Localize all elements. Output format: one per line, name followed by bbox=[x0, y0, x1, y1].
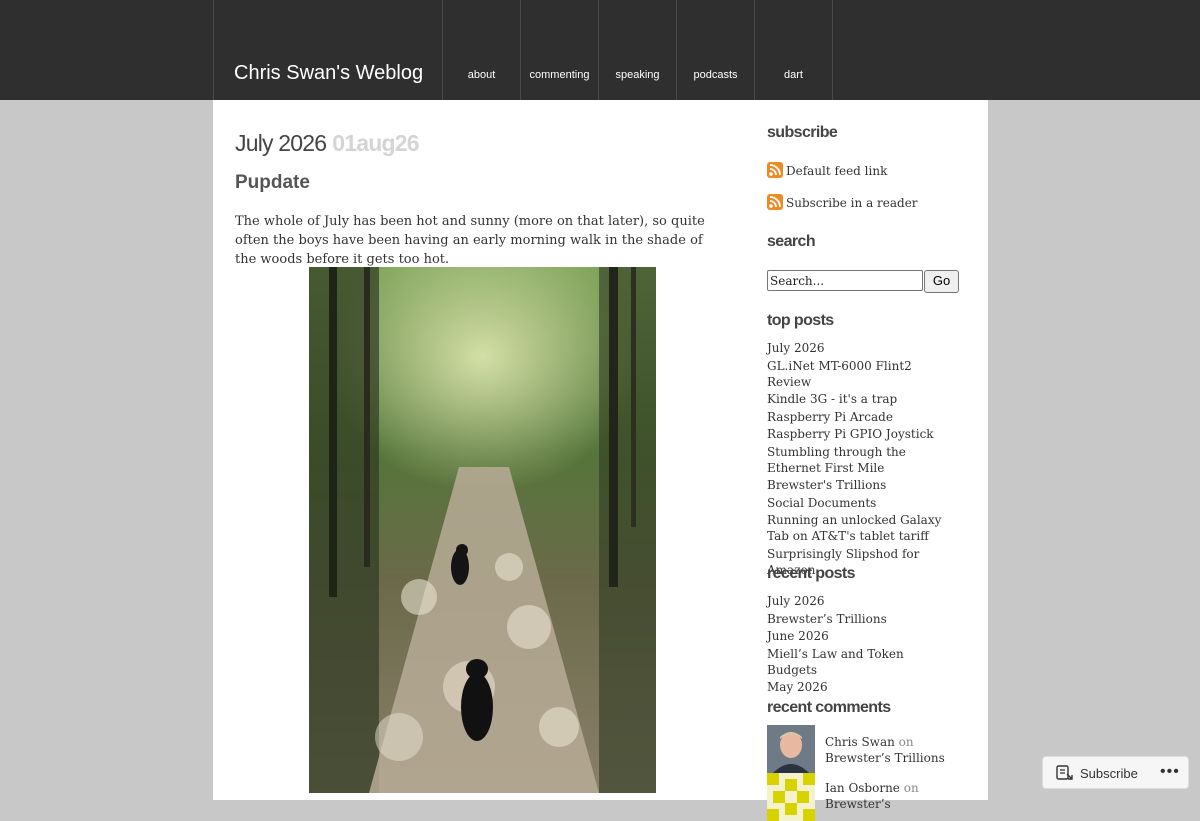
comment-post-link[interactable]: Brewster’s bbox=[825, 797, 891, 811]
comment-item: Chris Swan on Brewster’s Trillions bbox=[767, 725, 967, 773]
top-post-link[interactable]: Stumbling through the Ethernet First Mil… bbox=[767, 444, 957, 476]
top-post-link[interactable]: Raspberry Pi Arcade bbox=[767, 409, 957, 425]
feed-label: Subscribe in a reader bbox=[786, 196, 918, 210]
reader-icon bbox=[767, 194, 783, 210]
post-title[interactable]: July 2026 bbox=[235, 130, 327, 156]
top-post-link[interactable]: GL.iNet MT-6000 Flint2 Review bbox=[767, 358, 957, 390]
nav-label: about bbox=[467, 69, 496, 81]
avatar[interactable] bbox=[767, 725, 815, 773]
reader-icon bbox=[1056, 765, 1074, 784]
post-photo bbox=[309, 267, 656, 793]
post-date: 01aug26 bbox=[332, 130, 419, 156]
site-brand[interactable]: Chris Swan's Weblog bbox=[213, 0, 443, 100]
nav-label: podcasts bbox=[693, 69, 738, 81]
top-post-link[interactable]: Social Documents bbox=[767, 495, 957, 511]
comment-author[interactable]: Ian Osborne bbox=[825, 781, 900, 795]
comment-text: Chris Swan on Brewster’s Trillions bbox=[825, 734, 965, 766]
top-post-link[interactable]: July 2026 bbox=[767, 340, 957, 356]
top-posts-list: July 2026 GL.iNet MT-6000 Flint2 Review … bbox=[767, 340, 957, 579]
subscribe-reader-link[interactable]: Subscribe in a reader bbox=[767, 194, 918, 210]
top-post-link[interactable]: Running an unlocked Galaxy Tab on AT&T's… bbox=[767, 512, 957, 544]
recent-comments-heading: recent comments bbox=[767, 699, 891, 716]
nav-label: dart bbox=[784, 69, 803, 81]
woodland-path-photo bbox=[309, 267, 656, 793]
top-post-link[interactable]: Brewster's Trillions bbox=[767, 477, 957, 493]
default-feed-link[interactable]: Default feed link bbox=[767, 162, 887, 178]
top-post-link[interactable]: Kindle 3G - it's a trap bbox=[767, 391, 957, 407]
recent-post-link[interactable]: Miell’s Law and Token Budgets bbox=[767, 646, 957, 678]
top-header: Chris Swan's Weblog about commenting spe… bbox=[0, 0, 1200, 100]
comment-on: on bbox=[903, 781, 919, 795]
subscribe-heading: subscribe bbox=[767, 124, 838, 141]
search-go-button[interactable]: Go bbox=[924, 270, 959, 293]
top-posts-heading: top posts bbox=[767, 312, 834, 329]
comment-post-link[interactable]: Brewster’s Trillions bbox=[825, 751, 945, 765]
top-post-link[interactable]: Raspberry Pi GPIO Joystick bbox=[767, 426, 957, 442]
floating-subscribe-button[interactable]: Subscribe ••• bbox=[1042, 756, 1189, 789]
site-title[interactable]: Chris Swan's Weblog bbox=[234, 62, 423, 85]
recent-post-link[interactable]: May 2026 bbox=[767, 679, 957, 695]
comment-item: Ian Osborne on Brewster’s bbox=[767, 773, 967, 821]
post-subtitle: Pupdate bbox=[235, 172, 310, 193]
nav-item-speaking[interactable]: speaking bbox=[599, 0, 677, 100]
recent-post-link[interactable]: July 2026 bbox=[767, 593, 957, 609]
main-nav: about commenting speaking podcasts dart bbox=[443, 0, 833, 100]
comment-text: Ian Osborne on Brewster’s bbox=[825, 780, 965, 812]
search-heading: search bbox=[767, 233, 816, 250]
recent-posts-list: July 2026 Brewster’s Trillions June 2026… bbox=[767, 593, 957, 697]
nav-item-about[interactable]: about bbox=[443, 0, 521, 100]
nav-item-commenting[interactable]: commenting bbox=[521, 0, 599, 100]
recent-post-link[interactable]: Brewster’s Trillions bbox=[767, 611, 957, 627]
ellipsis-icon[interactable]: ••• bbox=[1160, 764, 1180, 780]
search-input[interactable] bbox=[767, 270, 923, 291]
post-header: July 2026 01aug26 bbox=[235, 130, 420, 157]
comment-on: on bbox=[898, 735, 914, 749]
feed-label: Default feed link bbox=[786, 164, 888, 178]
nav-item-podcasts[interactable]: podcasts bbox=[677, 0, 755, 100]
rss-icon bbox=[767, 162, 783, 178]
post-body: The whole of July has been hot and sunny… bbox=[235, 214, 705, 267]
comment-author[interactable]: Chris Swan bbox=[825, 735, 895, 749]
nav-label: speaking bbox=[615, 69, 660, 81]
avatar[interactable] bbox=[767, 773, 815, 821]
recent-posts-heading: recent posts bbox=[767, 565, 856, 582]
nav-label: commenting bbox=[529, 69, 590, 81]
recent-post-link[interactable]: June 2026 bbox=[767, 628, 957, 644]
nav-item-dart[interactable]: dart bbox=[755, 0, 833, 100]
content-page: July 2026 01aug26 Pupdate The whole of Ju… bbox=[213, 100, 988, 821]
subscribe-label: Subscribe bbox=[1080, 766, 1138, 781]
